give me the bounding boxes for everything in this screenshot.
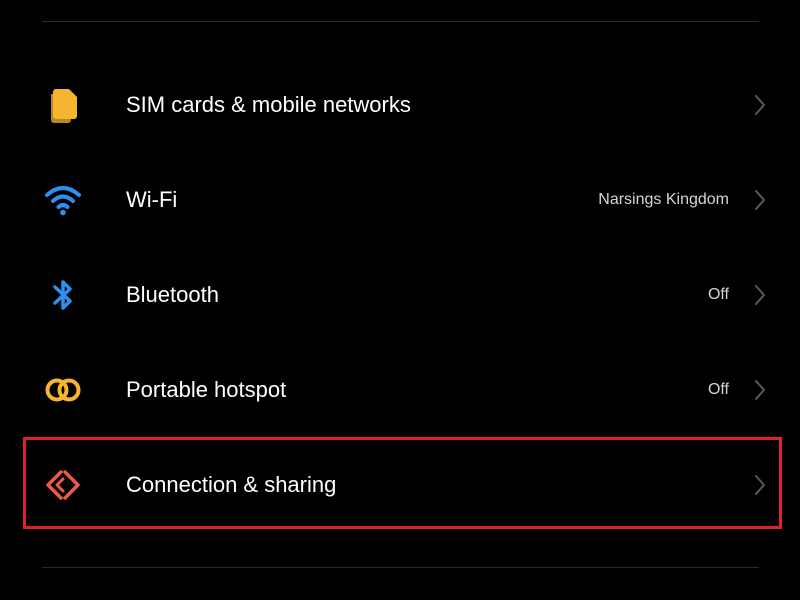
hotspot-label: Portable hotspot [126, 377, 287, 402]
connection-sharing-row[interactable]: Connection & sharing [0, 437, 800, 532]
sim-cards-label: SIM cards & mobile networks [126, 92, 411, 117]
top-divider [42, 21, 759, 22]
chevron-right-icon [755, 475, 765, 495]
hotspot-row[interactable]: Portable hotspot Off [0, 342, 800, 437]
chevron-right-icon [755, 285, 765, 305]
sim-cards-row[interactable]: SIM cards & mobile networks [0, 57, 800, 152]
hotspot-status: Off [707, 381, 729, 398]
bluetooth-status: Off [707, 286, 729, 303]
chevron-right-icon [755, 190, 765, 210]
bluetooth-icon [44, 276, 82, 314]
bottom-divider [42, 567, 759, 568]
wifi-icon [44, 181, 82, 219]
wifi-network-name: Narsings Kingdom [598, 191, 729, 208]
network-settings-list: SIM cards & mobile networks Wi-Fi Narsin… [0, 57, 800, 532]
connection-sharing-label: Connection & sharing [126, 472, 337, 497]
bluetooth-label: Bluetooth [126, 282, 219, 307]
sim-card-icon [44, 86, 82, 124]
wifi-label: Wi-Fi [126, 187, 178, 212]
bluetooth-row[interactable]: Bluetooth Off [0, 247, 800, 342]
hotspot-icon [44, 371, 82, 409]
chevron-right-icon [755, 95, 765, 115]
chevron-right-icon [755, 380, 765, 400]
wifi-row[interactable]: Wi-Fi Narsings Kingdom [0, 152, 800, 247]
connection-sharing-icon [44, 466, 82, 504]
